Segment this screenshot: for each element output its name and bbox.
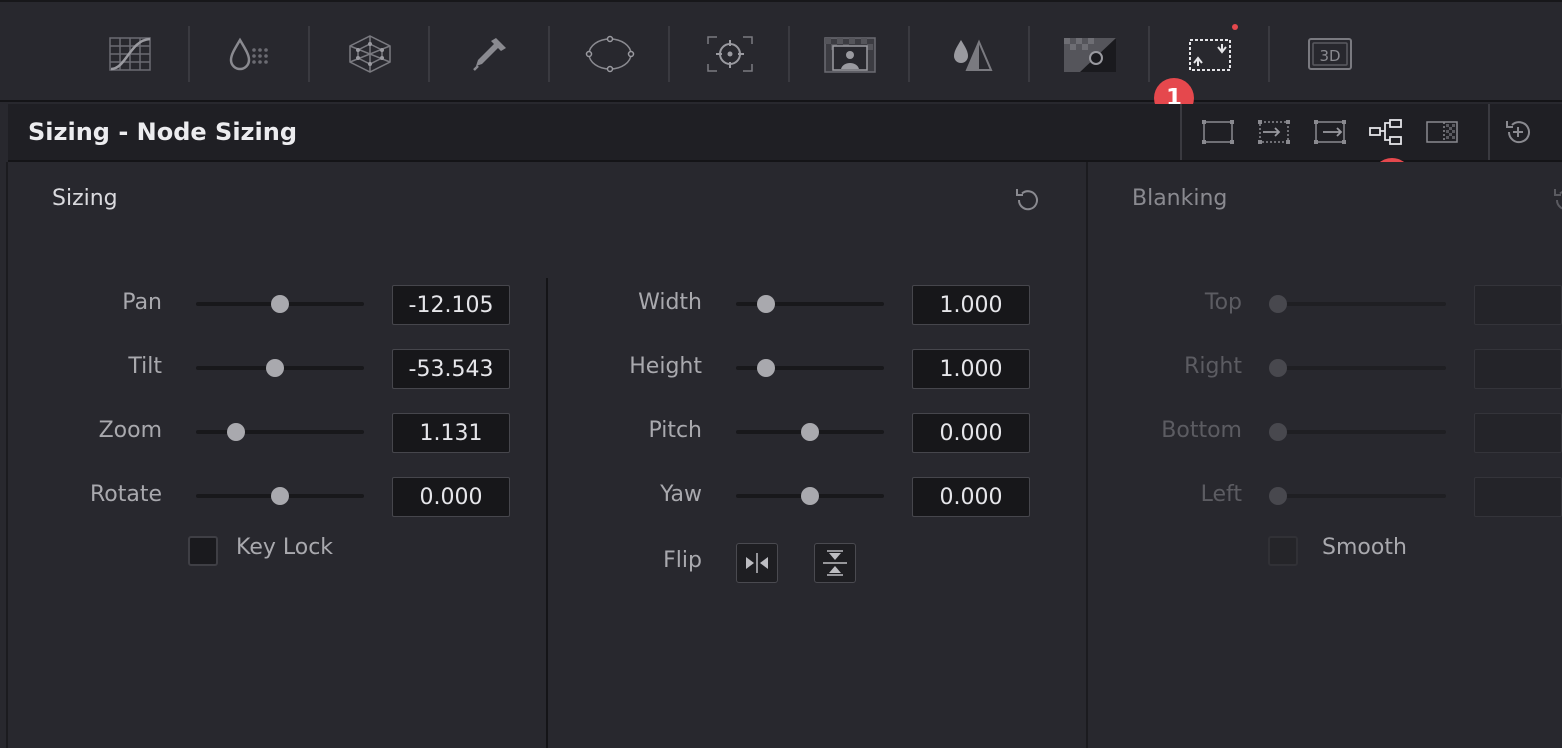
left-field[interactable]: [1474, 477, 1562, 517]
zoom-label: Zoom: [98, 418, 162, 443]
height-label: Height: [629, 354, 702, 379]
height-slider-knob[interactable]: [756, 359, 775, 377]
bottom-field[interactable]: [1474, 413, 1562, 453]
zoom-slider[interactable]: [196, 423, 364, 441]
toolbar-separator: [788, 26, 790, 82]
reference-sizing-icon[interactable]: [1422, 116, 1462, 148]
blanking-section-title: Blanking: [1132, 186, 1228, 211]
panel-left-edge: [0, 104, 8, 162]
sizing-mode-group: [1180, 104, 1490, 160]
color-warper-icon[interactable]: [220, 26, 280, 82]
flip-vertical-button[interactable]: [814, 543, 856, 583]
palette-header: Sizing - Node Sizing: [8, 104, 1562, 162]
toolbar-separator: [548, 26, 550, 82]
window-icon[interactable]: [580, 26, 640, 82]
node-sizing-icon[interactable]: [1366, 116, 1406, 148]
width-slider[interactable]: [736, 295, 884, 313]
panel-left-border: [6, 162, 8, 748]
rotate-field[interactable]: 0.000: [392, 477, 510, 517]
smooth-label: Smooth: [1322, 535, 1407, 560]
eyedropper-icon[interactable]: [460, 26, 520, 82]
rotate-label: Rotate: [89, 482, 162, 507]
height-slider[interactable]: [736, 359, 884, 377]
top-label: Top: [1204, 290, 1242, 315]
column-divider: [546, 278, 548, 748]
pitch-field[interactable]: 0.000: [912, 413, 1030, 453]
tilt-slider-knob[interactable]: [265, 359, 284, 377]
top-slider[interactable]: [1269, 295, 1446, 313]
smooth-checkbox[interactable]: [1268, 536, 1298, 566]
3d-label: 3D: [1319, 47, 1340, 65]
page-title: Sizing - Node Sizing: [28, 118, 298, 146]
pan-slider[interactable]: [196, 295, 364, 313]
pitch-label: Pitch: [648, 418, 702, 443]
tilt-field[interactable]: -53.543: [392, 349, 510, 389]
sizing-icon[interactable]: [1180, 26, 1240, 82]
bottom-slider-knob[interactable]: [1269, 423, 1287, 441]
toolbar-separator: [908, 26, 910, 82]
active-indicator-dot: [1232, 24, 1238, 30]
yaw-slider[interactable]: [736, 487, 884, 505]
reset-blanking-icon[interactable]: [1552, 186, 1562, 214]
width-slider-knob[interactable]: [756, 295, 775, 313]
input-sizing-icon[interactable]: [1254, 116, 1294, 148]
pitch-slider[interactable]: [736, 423, 884, 441]
right-slider[interactable]: [1269, 359, 1446, 377]
width-field[interactable]: 1.000: [912, 285, 1030, 325]
pan-slider-knob[interactable]: [271, 295, 289, 313]
blur-icon[interactable]: [940, 26, 1000, 82]
bottom-slider[interactable]: [1269, 423, 1446, 441]
yaw-slider-knob[interactable]: [801, 487, 819, 505]
rotate-slider-knob[interactable]: [271, 487, 289, 505]
key-lock-label: Key Lock: [236, 535, 334, 560]
right-label: Right: [1184, 354, 1242, 379]
tilt-label: Tilt: [128, 354, 162, 379]
top-field[interactable]: [1474, 285, 1562, 325]
zoom-field[interactable]: 1.131: [392, 413, 510, 453]
flip-label: Flip: [663, 548, 702, 573]
right-slider-knob[interactable]: [1269, 359, 1287, 377]
left-slider-knob[interactable]: [1269, 487, 1287, 505]
pan-field[interactable]: -12.105: [392, 285, 510, 325]
left-label: Left: [1200, 482, 1242, 507]
blanking-panel: [1088, 162, 1562, 748]
yaw-field[interactable]: 0.000: [912, 477, 1030, 517]
yaw-label: Yaw: [660, 482, 702, 507]
curves-icon[interactable]: [100, 26, 160, 82]
toolbar-separator: [1268, 26, 1270, 82]
reset-all-icon[interactable]: [1496, 116, 1540, 148]
rotate-slider[interactable]: [196, 487, 364, 505]
output-sizing-icon[interactable]: [1310, 116, 1350, 148]
left-slider[interactable]: [1269, 487, 1446, 505]
magic-mask-icon[interactable]: [820, 26, 880, 82]
sizing-section-title: Sizing: [52, 186, 118, 211]
toolbar-separator: [428, 26, 430, 82]
palette-toolbar: 3D: [0, 0, 1562, 102]
toolbar-separator: [308, 26, 310, 82]
reset-sizing-icon[interactable]: [1012, 184, 1044, 216]
height-field[interactable]: 1.000: [912, 349, 1030, 389]
tilt-slider[interactable]: [196, 359, 364, 377]
hsl-grid-icon[interactable]: [340, 26, 400, 82]
top-slider-knob[interactable]: [1269, 295, 1287, 313]
3d-icon[interactable]: 3D: [1300, 26, 1360, 82]
key-icon[interactable]: [1060, 26, 1120, 82]
tracker-icon[interactable]: [700, 26, 760, 82]
pitch-slider-knob[interactable]: [801, 423, 819, 441]
toolbar-separator: [1148, 26, 1150, 82]
bottom-label: Bottom: [1161, 418, 1242, 443]
toolbar-separator: [668, 26, 670, 82]
edit-sizing-icon[interactable]: [1198, 116, 1238, 148]
width-label: Width: [638, 290, 702, 315]
key-lock-checkbox[interactable]: [188, 536, 218, 566]
right-field[interactable]: [1474, 349, 1562, 389]
toolbar-separator: [1028, 26, 1030, 82]
pan-label: Pan: [122, 290, 162, 315]
toolbar-separator: [188, 26, 190, 82]
flip-horizontal-button[interactable]: [736, 543, 778, 583]
